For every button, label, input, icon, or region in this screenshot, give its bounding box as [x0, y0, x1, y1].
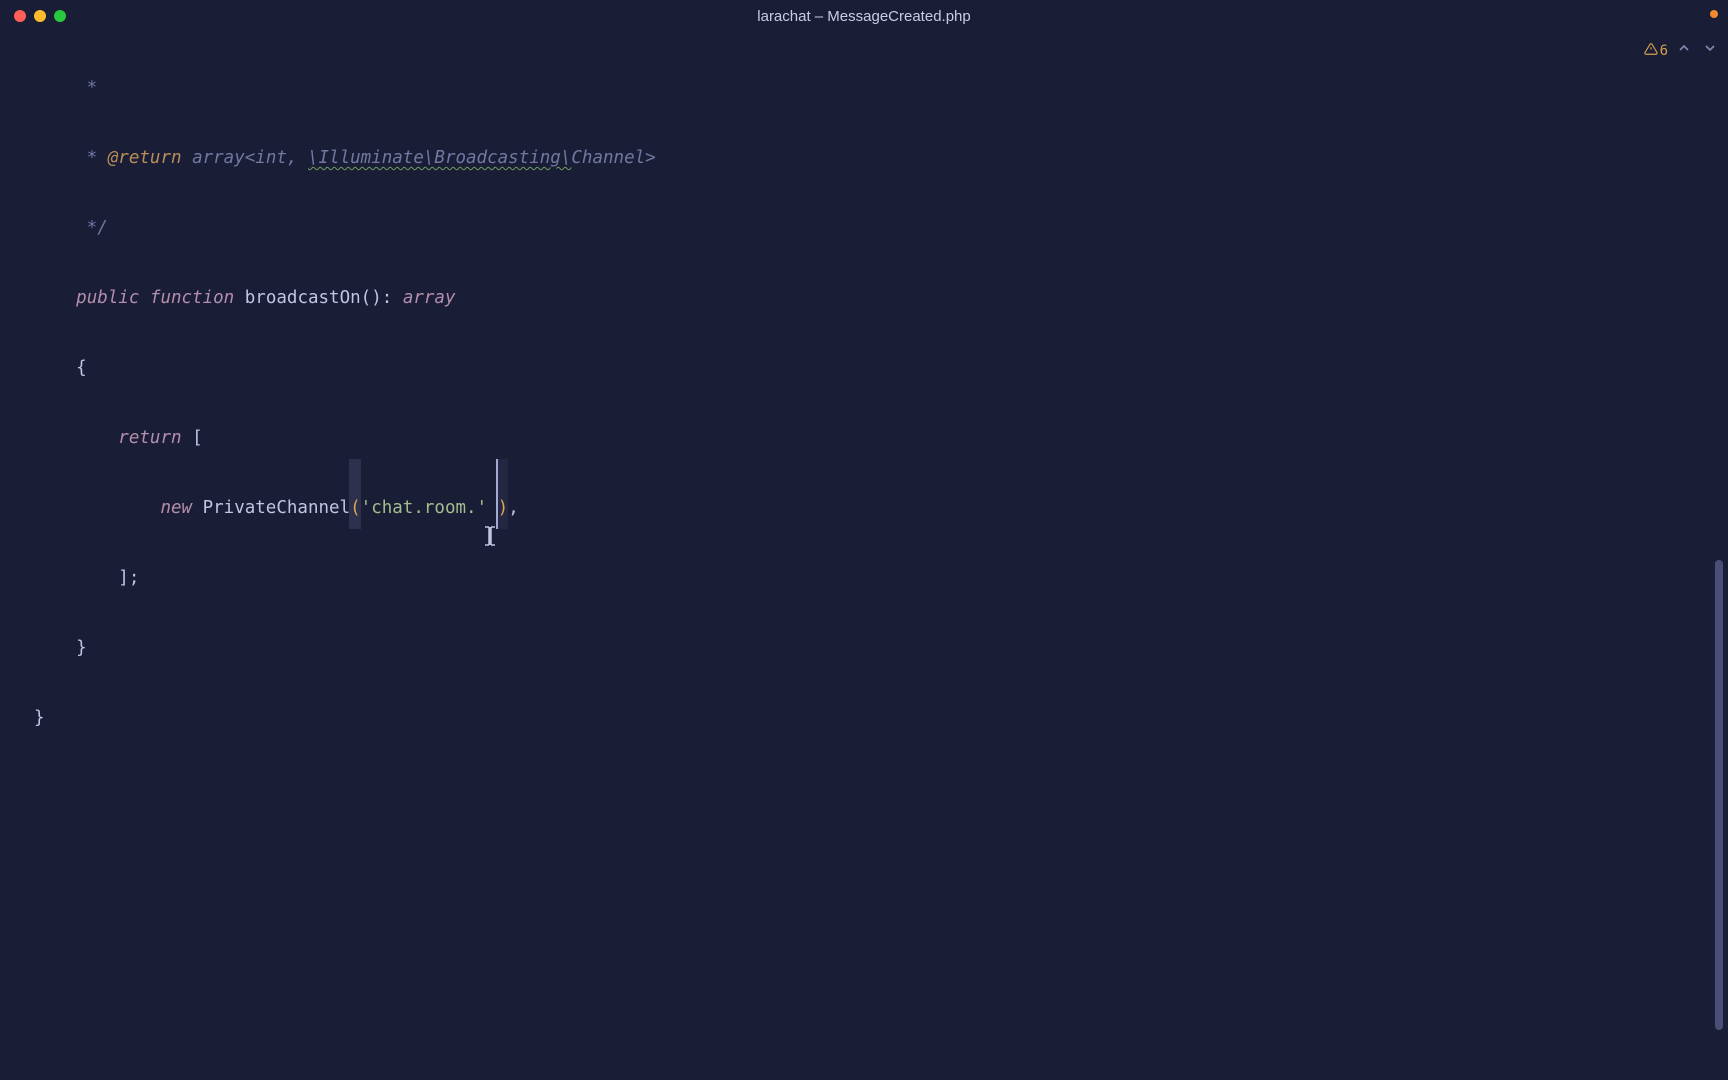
code-line: return [	[34, 403, 1694, 473]
code-line: ];	[34, 543, 1694, 613]
paren-open: (	[350, 494, 361, 522]
type-hint: Channel>	[571, 144, 655, 172]
function-name: broadcastOn	[245, 284, 361, 312]
code-line: public function broadcastOn(): array	[34, 263, 1694, 333]
brace: }	[34, 634, 87, 662]
code-line: */	[34, 193, 1694, 263]
close-icon[interactable]	[14, 10, 26, 22]
type-hint: array<int,	[192, 144, 308, 172]
doc-comment: *	[34, 144, 108, 172]
window-controls	[14, 10, 66, 22]
keyword: public	[76, 284, 139, 312]
code-editor[interactable]: * * @return array<int, \Illuminate\Broad…	[0, 33, 1728, 773]
code-line: {	[34, 333, 1694, 403]
code-line: *	[34, 53, 1694, 123]
namespace-ref: \Illuminate\Broadcasting\	[308, 144, 571, 172]
scrollbar[interactable]	[1715, 560, 1723, 1030]
keyword: function	[150, 284, 234, 312]
code-line: new PrivateChannel('chat.room.' ),	[34, 473, 1694, 543]
brace: {	[34, 354, 87, 382]
string-literal: 'chat.room.'	[361, 494, 487, 522]
keyword: return	[118, 424, 181, 452]
keyword: new	[160, 494, 192, 522]
paren-close: )	[498, 494, 509, 522]
minimize-icon[interactable]	[34, 10, 46, 22]
bracket-close: ];	[34, 564, 139, 592]
title-bar: larachat – MessageCreated.php	[0, 0, 1728, 33]
code-line: }	[34, 613, 1694, 683]
code-line: * @return array<int, \Illuminate\Broadca…	[34, 123, 1694, 193]
class-name: PrivateChannel	[203, 494, 351, 522]
doc-comment: *	[34, 74, 97, 102]
notification-dot-icon[interactable]	[1710, 10, 1718, 18]
return-type: array	[403, 284, 456, 312]
code-line: }	[34, 683, 1694, 753]
brace: }	[34, 704, 45, 732]
doc-comment: */	[34, 214, 108, 242]
maximize-icon[interactable]	[54, 10, 66, 22]
window-title: larachat – MessageCreated.php	[757, 8, 970, 25]
phpdoc-tag: @return	[108, 144, 182, 172]
